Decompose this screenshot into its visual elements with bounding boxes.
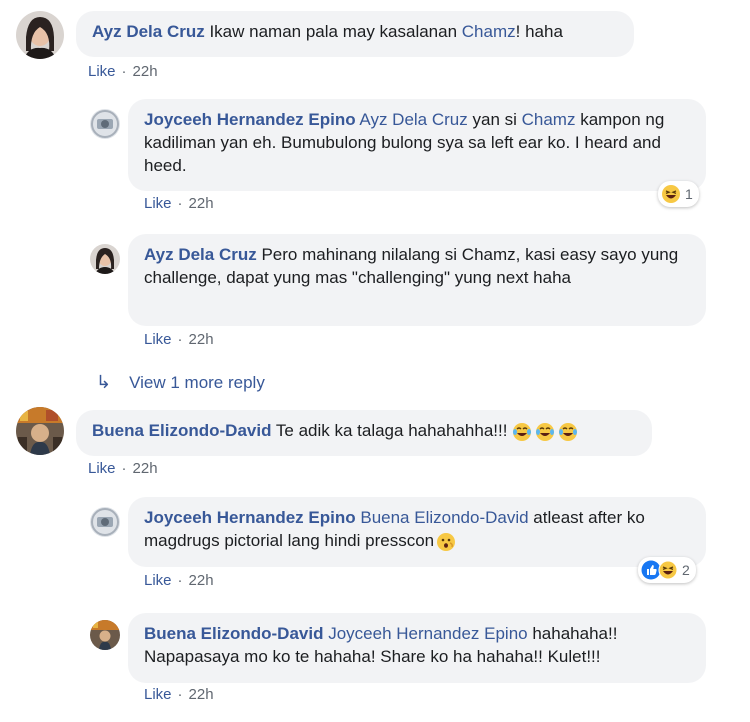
comment-bubble: Buena Elizondo-David Joyceeh Hernandez E…	[128, 613, 706, 683]
avatar-buena[interactable]	[16, 407, 64, 455]
mention-link[interactable]: Ayz Dela Cruz	[359, 110, 467, 129]
separator-dot: ·	[121, 460, 127, 477]
mention-link[interactable]: Buena Elizondo-David	[360, 508, 528, 527]
avatar-ayz[interactable]	[16, 11, 64, 59]
separator-dot: ·	[177, 686, 183, 703]
comment-actions: Like · 22h	[144, 686, 214, 703]
avatar-ayz-photo	[90, 244, 120, 274]
reaction-count: 2	[682, 562, 690, 578]
mention-link[interactable]: Chamz	[462, 22, 516, 41]
comment-actions: Like · 22h	[144, 195, 214, 212]
comment-bubble: Ayz Dela Cruz Ikaw naman pala may kasala…	[76, 11, 634, 57]
like-button[interactable]: Like	[88, 63, 116, 80]
like-button[interactable]: Like	[144, 686, 172, 703]
comment-author[interactable]: Ayz Dela Cruz	[144, 245, 257, 264]
timestamp[interactable]: 22h	[189, 195, 214, 212]
comment-author[interactable]: Buena Elizondo-David	[92, 421, 271, 440]
mention-link[interactable]: Joyceeh Hernandez Epino	[328, 624, 527, 643]
comment-actions: Like · 22h	[88, 63, 158, 80]
laughing-tears-emoji	[513, 422, 532, 441]
comment-text: yan si	[467, 110, 522, 129]
separator-dot: ·	[177, 572, 183, 589]
like-button[interactable]: Like	[144, 331, 172, 348]
avatar-ayz-photo	[16, 11, 64, 59]
separator-dot: ·	[121, 63, 127, 80]
comment-bubble: Buena Elizondo-David Te adik ka talaga h…	[76, 410, 652, 456]
comment-text: Te adik ka talaga hahahahha!!!	[271, 421, 508, 440]
timestamp[interactable]: 22h	[189, 686, 214, 703]
comment-author[interactable]: Joyceeh Hernandez Epino	[144, 508, 356, 527]
comment-author[interactable]: Joyceeh Hernandez Epino	[144, 110, 356, 129]
haha-emoji	[662, 185, 680, 203]
view-more-replies-link[interactable]: ↳ View 1 more reply	[96, 372, 265, 393]
timestamp[interactable]: 22h	[133, 460, 158, 477]
timestamp[interactable]: 22h	[133, 63, 158, 80]
avatar-joyceeh-photo	[90, 507, 120, 537]
comment-actions: Like · 22h	[144, 572, 214, 589]
avatar-ayz[interactable]	[90, 244, 120, 274]
comment-text: Ikaw naman pala may kasalanan	[204, 22, 462, 41]
comment-author[interactable]: Buena Elizondo-David	[144, 624, 323, 643]
reply-arrow-icon: ↳	[96, 372, 112, 392]
comment-text: ! haha	[515, 22, 563, 41]
laughing-tears-emoji	[536, 422, 555, 441]
reaction-count: 1	[685, 186, 693, 202]
avatar-buena[interactable]	[90, 620, 120, 650]
comment-actions: Like · 22h	[88, 460, 158, 477]
avatar-joyceeh[interactable]	[90, 109, 120, 139]
like-button[interactable]: Like	[88, 460, 116, 477]
timestamp[interactable]: 22h	[189, 331, 214, 348]
comment-bubble: Joyceeh Hernandez Epino Buena Elizondo-D…	[128, 497, 706, 567]
timestamp[interactable]: 22h	[189, 572, 214, 589]
comment-actions: Like · 22h	[144, 331, 214, 348]
separator-dot: ·	[177, 331, 183, 348]
avatar-buena-photo	[16, 407, 64, 455]
avatar-joyceeh-photo	[90, 109, 120, 139]
comment-author[interactable]: Ayz Dela Cruz	[92, 22, 205, 41]
reaction-summary[interactable]: 2	[638, 557, 696, 583]
laughing-tears-emoji	[559, 422, 578, 441]
comment-bubble: Ayz Dela Cruz Pero mahinang nilalang si …	[128, 234, 706, 326]
like-button[interactable]: Like	[144, 572, 172, 589]
avatar-joyceeh[interactable]	[90, 507, 120, 537]
separator-dot: ·	[177, 195, 183, 212]
avatar-buena-photo	[90, 620, 120, 650]
comment-bubble: Joyceeh Hernandez Epino Ayz Dela Cruz ya…	[128, 99, 706, 191]
view-more-label[interactable]: View 1 more reply	[129, 373, 265, 392]
reaction-summary[interactable]: 1	[658, 181, 699, 207]
mention-link[interactable]: Chamz	[522, 110, 576, 129]
hushed-emoji	[437, 532, 456, 551]
like-button[interactable]: Like	[144, 195, 172, 212]
haha-emoji	[658, 560, 678, 580]
